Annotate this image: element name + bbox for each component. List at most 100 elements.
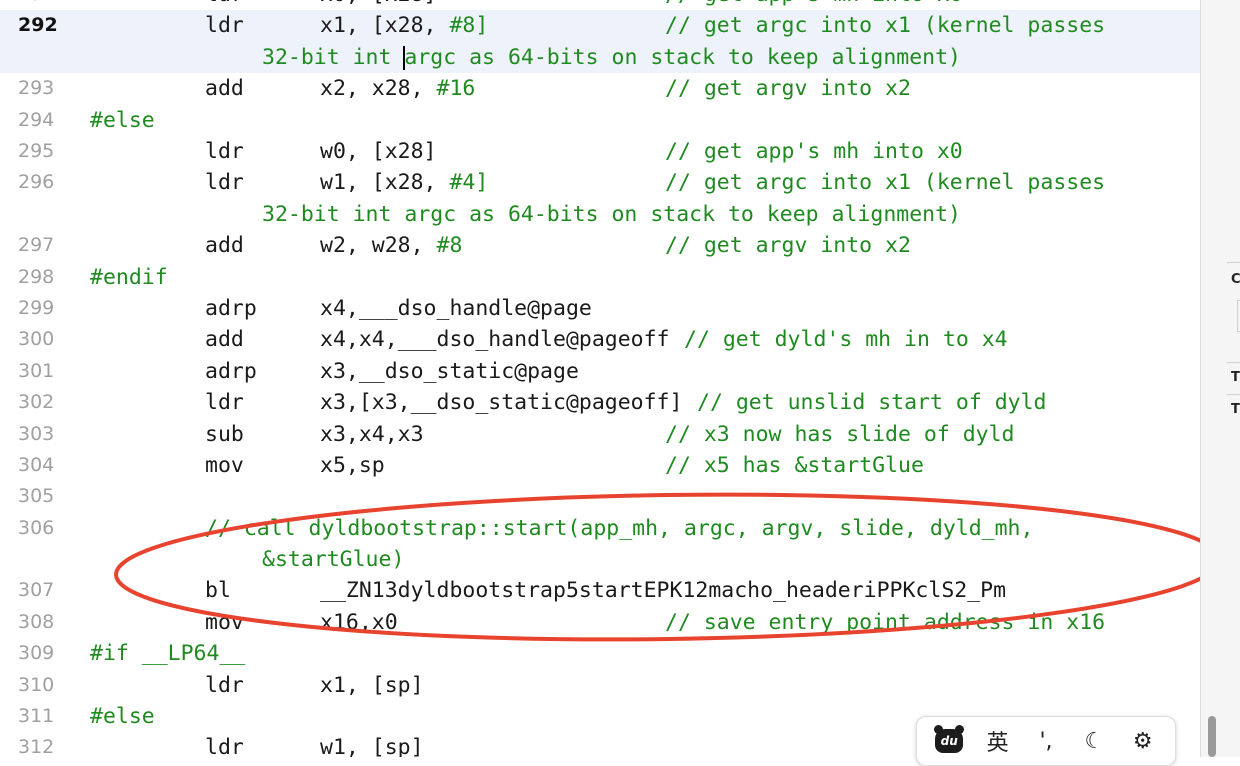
operand-immediate: #8] — [449, 13, 489, 39]
line-number: 307 — [18, 579, 55, 602]
line-number: 296 — [18, 171, 55, 194]
panel-divider — [1227, 262, 1240, 263]
comment: // get argc into x1 (kernel passes — [665, 13, 1106, 39]
instruction-operands: x4,x4,___dso_handle@pageoff — [320, 327, 670, 353]
code-line[interactable]: 304 mov x5,sp // x5 has &startGlue — [0, 450, 1200, 481]
instruction-mnemonic: ldr — [205, 170, 244, 196]
comment: // get argc into x1 (kernel passes — [665, 170, 1106, 196]
preprocessor-directive: #if __LP64__ — [90, 641, 246, 667]
code-editor[interactable]: 291ldrx0, [x28]// get app's mh into x029… — [0, 0, 1200, 757]
line-number: 303 — [18, 422, 55, 445]
comment: // x5 has &startGlue — [665, 452, 924, 478]
panel-label-t1: T — [1231, 370, 1240, 385]
line-number: 305 — [18, 485, 55, 508]
instruction-operands: w1, [sp] — [320, 735, 424, 757]
line-number: 302 — [18, 391, 55, 414]
code-line[interactable]: 296 ldr w1, [x28, #4] // get argc into x1 (… — [0, 167, 1200, 230]
code-line[interactable]: 305 — [0, 481, 1200, 512]
instruction-mnemonic: adrp — [205, 358, 257, 384]
instruction-operands: x3,__dso_static@page — [320, 358, 579, 384]
comment: // get app's mh into x0 — [665, 138, 963, 164]
panel-label-t2: T — [1231, 402, 1240, 417]
instruction-mnemonic: mov — [205, 452, 244, 478]
instruction-mnemonic: ldr — [205, 13, 244, 39]
panel-divider — [1227, 394, 1240, 395]
preprocessor-directive: #else — [90, 704, 155, 730]
comment-wrap: 32-bit int argc as 64-bits on stack to k… — [262, 42, 961, 73]
instruction-mnemonic: add — [205, 76, 244, 102]
instruction-operands: x2, x28, #16 — [320, 73, 475, 104]
code-line[interactable]: 299 adrp x4,___dso_handle@page — [0, 293, 1200, 324]
code-line[interactable]: 310 ldr x1, [sp] — [0, 670, 1200, 701]
line-number: 308 — [18, 610, 55, 633]
baidu-ime-logo-button[interactable]: du — [931, 723, 967, 759]
code-line[interactable]: 291 ldr x0, [x28] // get app's mh into x0 — [0, 0, 1200, 10]
operand-registers: x2, x28, — [320, 76, 437, 102]
instruction-operands: x16,x0 — [320, 609, 398, 635]
panel-label-c: C — [1231, 272, 1240, 287]
line-number: 311 — [18, 705, 55, 728]
instruction-operands: w1, [x28, #4] — [320, 167, 488, 198]
comment: // save entry point address in x16 — [665, 609, 1106, 635]
instruction-operands: x5,sp — [320, 452, 385, 478]
language-toggle-button[interactable]: 英 — [980, 723, 1016, 759]
instruction-operands: x3,x4,x3 — [320, 421, 424, 447]
instruction-operands: x1, [x28, #8] — [320, 10, 488, 41]
comment-wrap: 32-bit int argc as 64-bits on stack to k… — [262, 201, 961, 227]
comment-wrap-part: argc as 64-bits on stack to keep alignme… — [404, 44, 961, 70]
moon-icon[interactable]: ☾ — [1076, 723, 1112, 759]
line-number: 292 — [18, 14, 58, 37]
instruction-operands: x4,___dso_handle@page — [320, 295, 592, 321]
line-number: 299 — [18, 296, 55, 319]
line-number: 294 — [18, 108, 55, 131]
line-number: 304 — [18, 453, 55, 476]
comment: // get unslid start of dyld — [697, 390, 1047, 416]
panel-divider — [1227, 362, 1240, 363]
instruction-mnemonic: ldr — [205, 0, 244, 10]
code-line[interactable]: 297 add w2, w28, #8 // get argv into x2 — [0, 230, 1200, 261]
line-number: 298 — [18, 265, 55, 288]
code-line[interactable]: 300 add x4,x4,___dso_handle@pageoff // get … — [0, 324, 1200, 355]
preprocessor-directive: #else — [90, 107, 155, 133]
line-number: 297 — [18, 234, 55, 257]
code-line[interactable]: 307 bl __ZN13dyldbootstrap5startEPK12macho… — [0, 575, 1200, 606]
operand-registers: x1, [x28, — [320, 13, 450, 39]
inspector-panel: C T T — [1200, 0, 1240, 757]
comment: // get argv into x2 — [665, 233, 911, 259]
instruction-operands: x1, [sp] — [320, 672, 424, 698]
operand-immediate: #4] — [449, 170, 489, 196]
code-lines: 291ldrx0, [x28]// get app's mh into x029… — [0, 0, 1200, 757]
code-line[interactable]: 308 mov x16,x0 // save entry point address … — [0, 607, 1200, 638]
line-number: 291 — [18, 0, 68, 10]
code-line[interactable]: 302 ldr x3,[x3,__dso_static@pageoff] // get… — [0, 387, 1200, 418]
operand-registers: w1, [x28, — [320, 170, 450, 196]
instruction-operands: x3,[x3,__dso_static@pageoff] — [320, 390, 683, 416]
line-number: 295 — [18, 139, 55, 162]
comment: // get dyld's mh in to x4 — [684, 327, 1008, 353]
code-line[interactable]: 298 #endif — [0, 262, 1200, 293]
code-line[interactable]: 294 #else — [0, 105, 1200, 136]
instruction-mnemonic: add — [205, 327, 244, 353]
code-line[interactable]: 301 adrp x3,__dso_static@page — [0, 356, 1200, 387]
operand-registers: w2, w28, — [320, 233, 437, 259]
instruction-mnemonic: ldr — [205, 672, 244, 698]
code-line[interactable]: 292 ldr x1, [x28, #8] // get argc into x1 (… — [0, 10, 1200, 74]
comment: // call dyldbootstrap::start(app_mh, arg… — [205, 515, 1034, 541]
vertical-scrollbar-thumb[interactable] — [1208, 716, 1216, 757]
code-line[interactable]: 306 // call dyldbootstrap::start(app_mh, … — [0, 513, 1200, 576]
comment-wrap: &startGlue) — [262, 547, 405, 573]
code-line[interactable]: 293 add x2, x28, #16 // get argv into x2 — [0, 73, 1200, 104]
instruction-operands: x0, [x28] — [320, 0, 437, 10]
line-number: 309 — [18, 642, 55, 665]
code-line[interactable]: 303 sub x3,x4,x3 // x3 now has slide of dyl… — [0, 419, 1200, 450]
instruction-operands: w0, [x28] — [320, 138, 437, 164]
line-number: 310 — [18, 673, 55, 696]
code-line[interactable]: 309 #if __LP64__ — [0, 638, 1200, 669]
line-number: 301 — [18, 359, 55, 382]
punctuation-toggle-button[interactable]: ', — [1028, 723, 1064, 759]
instruction-mnemonic: sub — [205, 421, 244, 447]
line-number: 293 — [18, 77, 55, 100]
code-line[interactable]: 295 ldr w0, [x28] // get app's mh into x0 — [0, 136, 1200, 167]
instruction-mnemonic: bl — [205, 578, 231, 604]
gear-icon[interactable]: ⚙ — [1125, 723, 1161, 759]
